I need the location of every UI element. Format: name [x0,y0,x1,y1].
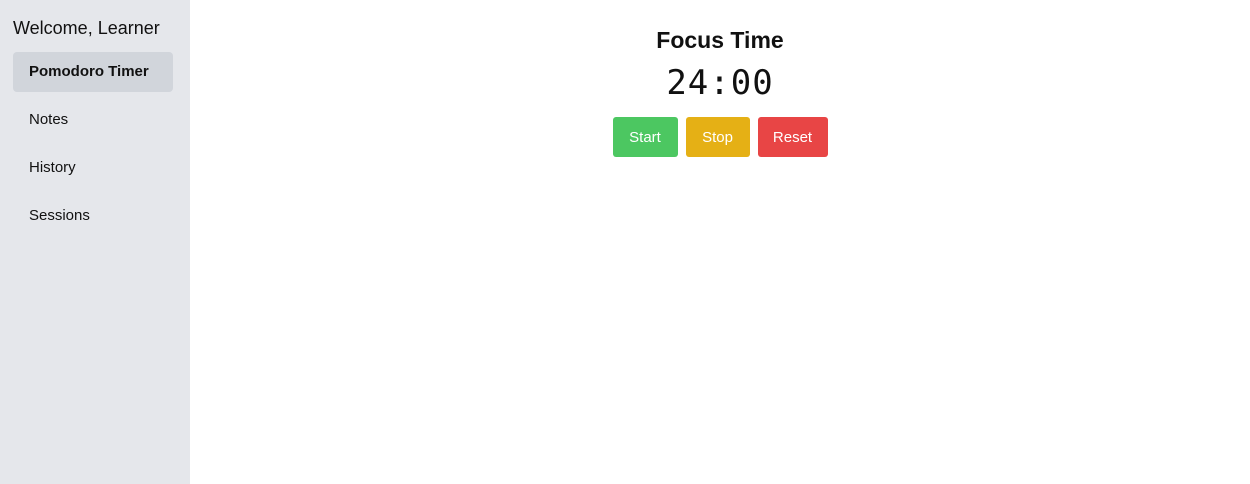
sidebar-item-sessions[interactable]: Sessions [13,196,173,236]
sidebar-item-pomodoro-timer[interactable]: Pomodoro Timer [13,52,173,92]
main-content: Focus Time 24:00 Start Stop Reset [190,0,1250,484]
timer-title: Focus Time [656,27,784,53]
app-root: Welcome, Learner Pomodoro Timer Notes Hi… [0,0,1250,484]
sidebar-item-history[interactable]: History [13,148,173,188]
start-button[interactable]: Start [612,117,678,157]
timer-controls: Start Stop Reset [612,117,828,157]
timer-display: 24:00 [666,63,774,103]
stop-button[interactable]: Stop [685,117,750,157]
sidebar-nav: Pomodoro Timer Notes History Sessions [0,52,190,236]
reset-button[interactable]: Reset [757,117,828,157]
sidebar: Welcome, Learner Pomodoro Timer Notes Hi… [0,0,190,484]
welcome-message: Welcome, Learner [13,18,160,38]
sidebar-item-notes[interactable]: Notes [13,100,173,140]
